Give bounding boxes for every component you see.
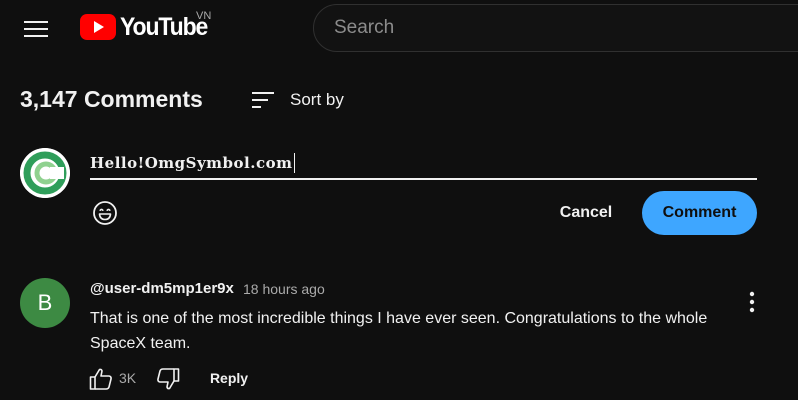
sort-by-button[interactable]: Sort by <box>252 86 344 114</box>
cancel-button[interactable]: Cancel <box>546 194 626 232</box>
avatar[interactable] <box>20 148 70 198</box>
comment-author[interactable]: @user-dm5mp1er9x <box>90 280 234 297</box>
sort-by-label: Sort by <box>290 90 344 109</box>
text-caret <box>294 153 296 173</box>
commenter-avatar[interactable]: B <box>20 278 70 328</box>
comment-input[interactable]: Hello!OmgSymbol.com <box>90 148 756 178</box>
comment-text: That is one of the most incredible thing… <box>90 310 708 352</box>
youtube-logo[interactable]: YouTube VN <box>80 10 215 42</box>
emoji-icon[interactable] <box>92 200 118 226</box>
comment-timestamp[interactable]: 18 hours ago <box>243 281 325 297</box>
like-count: 3K <box>119 370 137 386</box>
comment-submit-button[interactable]: Comment <box>642 191 757 235</box>
comment-input-value: Hello!OmgSymbol.com <box>90 154 293 172</box>
search-box[interactable] <box>313 4 798 52</box>
comment-input-underline <box>90 178 757 180</box>
sort-icon <box>252 90 276 110</box>
youtube-play-icon <box>80 14 116 40</box>
search-input[interactable] <box>314 5 798 51</box>
region-code: VN <box>196 10 212 22</box>
comments-count: 3,147 Comments <box>20 86 203 112</box>
more-vert-icon[interactable] <box>738 288 766 316</box>
thumbs-up-icon[interactable] <box>88 366 114 392</box>
reply-button[interactable]: Reply <box>200 362 258 394</box>
page: YouTube VN 3,147 Comments Sort by Hello!… <box>0 0 798 400</box>
logo-text: YouTube <box>120 12 208 41</box>
menu-icon[interactable] <box>22 15 50 43</box>
thumbs-down-icon[interactable] <box>155 366 181 392</box>
